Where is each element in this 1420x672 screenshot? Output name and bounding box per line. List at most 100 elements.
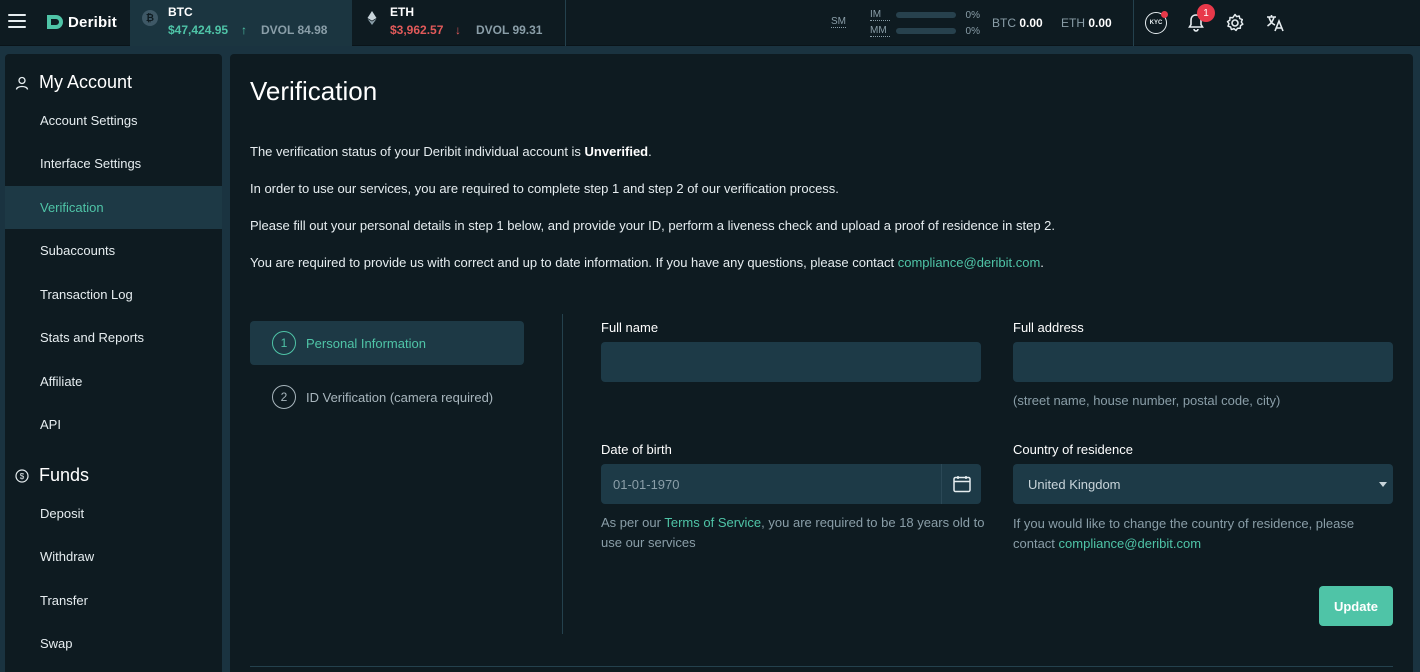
- ticker-symbol: BTC: [168, 5, 193, 19]
- kyc-label: KYC: [1149, 20, 1163, 26]
- step-id-verification[interactable]: 2 ID Verification (camera required): [250, 375, 524, 419]
- dob-hint-line2: use our services: [601, 535, 696, 550]
- ticker-price: $47,424.95: [168, 23, 229, 37]
- sidebar-item-subaccounts[interactable]: Subaccounts: [5, 229, 222, 272]
- svg-text:$: $: [20, 472, 25, 481]
- sidebar-item-interface-settings[interactable]: Interface Settings: [5, 142, 222, 185]
- contact-suffix: .: [1040, 255, 1044, 270]
- dob-hint: As per our Terms of Service, you are req…: [601, 513, 991, 553]
- sidebar-item-transfer[interactable]: Transfer: [5, 579, 222, 622]
- balance-value: 0.00: [1019, 16, 1043, 30]
- date-picker-button[interactable]: [941, 464, 981, 504]
- contact-paragraph: You are required to provide us with corr…: [250, 255, 1044, 270]
- dob-hint-prefix: As per our: [601, 515, 665, 530]
- mm-percent: 0%: [965, 25, 980, 37]
- sidebar-item-verification[interactable]: Verification: [5, 186, 222, 229]
- translate-icon[interactable]: [1264, 12, 1286, 34]
- country-hint: If you would like to change the country …: [1013, 514, 1403, 554]
- sidebar-item-account-settings[interactable]: Account Settings: [5, 99, 222, 142]
- full-address-label: Full address: [1013, 320, 1084, 335]
- deribit-logo[interactable]: Deribit: [44, 12, 117, 32]
- details-paragraph: Please fill out your personal details in…: [250, 218, 1056, 233]
- sidebar-item-deposit[interactable]: Deposit: [5, 492, 222, 535]
- sidebar-item-label: API: [40, 417, 61, 432]
- ticker-btc[interactable]: ₿ BTC $47,424.95 ↑ DVOL 84.98: [130, 0, 352, 46]
- step-label: Personal Information: [306, 335, 426, 351]
- status-suffix: .: [648, 144, 652, 159]
- ticker-dvol: DVOL 84.98: [261, 23, 328, 37]
- sidebar-item-label: Transfer: [40, 593, 88, 608]
- my-account-heading: My Account: [15, 72, 132, 93]
- ethereum-icon: [367, 11, 377, 25]
- arrow-up-icon: ↑: [241, 23, 247, 37]
- im-label: IM: [870, 9, 890, 21]
- compliance-email-link[interactable]: compliance@deribit.com: [898, 255, 1041, 270]
- section-title: Funds: [39, 465, 90, 485]
- im-row[interactable]: IM 0%: [870, 9, 980, 21]
- contact-prefix: You are required to provide us with corr…: [250, 255, 898, 270]
- kyc-icon[interactable]: KYC: [1145, 11, 1168, 34]
- terms-of-service-link[interactable]: Terms of Service: [664, 515, 761, 530]
- logo-text: Deribit: [68, 13, 117, 31]
- step-number: 1: [272, 331, 296, 355]
- full-name-input[interactable]: [601, 342, 981, 382]
- funds-heading: $ Funds: [15, 465, 89, 486]
- full-address-input[interactable]: [1013, 342, 1393, 382]
- country-label: Country of residence: [1013, 442, 1133, 457]
- sidebar-item-stats-and-reports[interactable]: Stats and Reports: [5, 316, 222, 359]
- deribit-logo-icon: [47, 15, 63, 29]
- country-hint-line1: If you would like to change the country …: [1013, 516, 1355, 531]
- main-panel: Verification The verification status of …: [230, 54, 1413, 672]
- balance-value: 0.00: [1088, 16, 1112, 30]
- ticker-price: $3,962.57: [390, 23, 444, 37]
- arrow-down-icon: ↓: [455, 23, 461, 37]
- sm-label[interactable]: SM: [831, 16, 846, 28]
- calendar-icon: [952, 476, 971, 493]
- section-title: My Account: [39, 72, 133, 92]
- ticker-dvol: DVOL 99.31: [476, 23, 543, 37]
- sidebar-item-label: Subaccounts: [40, 243, 116, 258]
- step-label: ID Verification (camera required): [306, 389, 494, 405]
- steps-divider: [562, 314, 563, 634]
- sidebar-item-withdraw[interactable]: Withdraw: [5, 535, 222, 578]
- sidebar-item-api[interactable]: API: [5, 403, 222, 446]
- page-title: Verification: [250, 76, 378, 106]
- sidebar: My Account Account Settings Interface Se…: [5, 54, 222, 672]
- sidebar-item-label: Transaction Log: [40, 287, 133, 302]
- topbar-divider: [1133, 0, 1134, 46]
- country-hint-prefix: contact: [1013, 536, 1059, 551]
- sidebar-item-label: Stats and Reports: [40, 330, 145, 345]
- dollar-circle-icon: $: [15, 468, 29, 483]
- notification-badge: 1: [1197, 4, 1215, 22]
- status-paragraph: The verification status of your Deribit …: [250, 144, 652, 159]
- sidebar-item-affiliate[interactable]: Affiliate: [5, 360, 222, 403]
- update-button[interactable]: Update: [1319, 586, 1393, 626]
- sidebar-item-label: Account Settings: [40, 113, 138, 128]
- kyc-alert-dot: [1161, 11, 1168, 18]
- dob-label: Date of birth: [601, 442, 672, 457]
- caret-down-icon: [1379, 482, 1387, 487]
- ticker-eth[interactable]: ETH $3,962.57 ↓ DVOL 99.31: [352, 0, 566, 46]
- balance-symbol: BTC: [992, 16, 1016, 30]
- ticker-symbol: ETH: [390, 5, 414, 19]
- steps-paragraph: In order to use our services, you are re…: [250, 181, 839, 196]
- im-percent: 0%: [965, 9, 980, 21]
- full-name-label: Full name: [601, 320, 659, 335]
- section-divider: [250, 666, 1393, 667]
- balance-symbol: ETH: [1061, 16, 1085, 30]
- sidebar-item-label: Withdraw: [40, 549, 95, 564]
- sidebar-item-swap[interactable]: Swap: [5, 622, 222, 665]
- mm-row[interactable]: MM 0%: [870, 25, 980, 37]
- top-bar: Deribit ₿ BTC $47,424.95 ↑ DVOL 84.98 ET…: [0, 0, 1420, 46]
- sidebar-item-transaction-log[interactable]: Transaction Log: [5, 273, 222, 316]
- menu-icon[interactable]: [8, 14, 26, 30]
- mm-bar: [896, 28, 956, 34]
- compliance-email-link[interactable]: compliance@deribit.com: [1059, 536, 1202, 551]
- sidebar-item-label: Affiliate: [40, 374, 83, 389]
- step-number: 2: [272, 385, 296, 409]
- dob-input[interactable]: [601, 464, 981, 504]
- gear-icon[interactable]: [1224, 12, 1246, 34]
- country-select[interactable]: United Kingdom: [1013, 464, 1393, 504]
- step-personal-information[interactable]: 1 Personal Information: [250, 321, 524, 365]
- dob-hint-suffix: , you are required to be 18 years old to: [761, 515, 985, 530]
